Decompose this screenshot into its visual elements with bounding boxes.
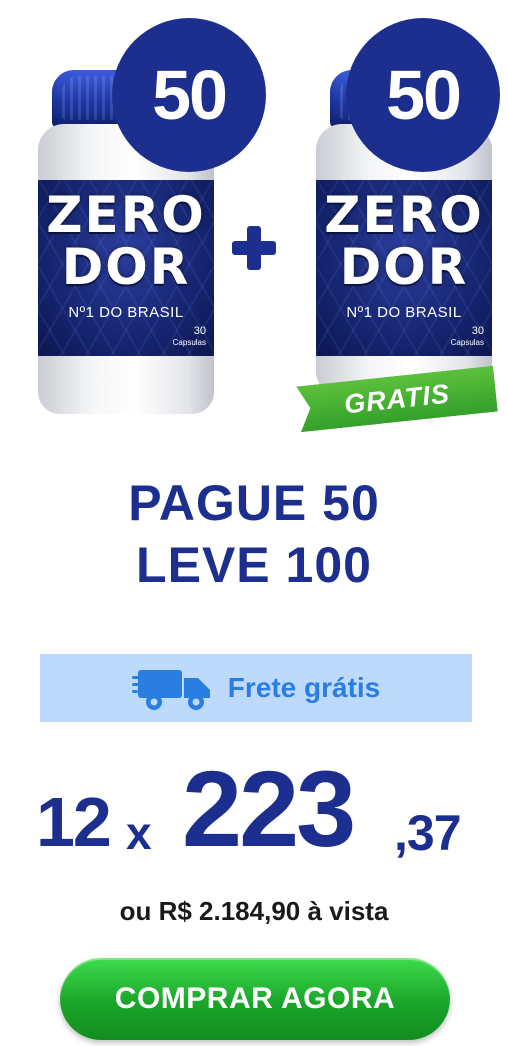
bottle-label: ZERO DOR Nº1 DO BRASIL 30 Capsulas <box>38 180 214 356</box>
buy-now-button-label: COMPRAR AGORA <box>114 982 396 1015</box>
cash-price: ou R$ 2.184,90 à vista <box>119 896 389 926</box>
offer-headline-line1: PAGUE 50 <box>128 475 380 531</box>
quantity-badge-right: 50 <box>346 18 500 172</box>
installment-count: 12 <box>36 783 112 861</box>
installment-price: 12 x 223 ,37 <box>36 746 496 869</box>
bottle-label: ZERO DOR Nº1 DO BRASIL 30 Capsulas <box>316 180 492 356</box>
brand-name-line1: ZERO <box>324 186 484 244</box>
brand-tagline: Nº1 DO BRASIL <box>346 304 462 321</box>
offer-headline: PAGUE 50 LEVE 100 <box>0 472 508 596</box>
capsule-count-unit: Capsulas <box>172 338 206 347</box>
free-ribbon-text: GRATIS <box>342 378 452 419</box>
capsule-count-number: 30 <box>471 325 484 337</box>
offer-headline-line2: LEVE 100 <box>136 537 372 593</box>
product-hero: ZERO DOR Nº1 DO BRASIL 30 Capsulas 50 ZE… <box>0 0 508 440</box>
buy-now-button[interactable]: COMPRAR AGORA <box>60 958 450 1040</box>
brand-tagline: Nº1 DO BRASIL <box>68 304 184 321</box>
brand-name-line1: ZERO <box>46 186 206 244</box>
installment-amount-cents: ,37 <box>394 805 462 861</box>
capsule-count-unit: Capsulas <box>450 338 484 347</box>
installment-amount-integer: 223 <box>182 748 356 869</box>
quantity-badge-right-text: 50 <box>386 56 462 134</box>
free-shipping-label: Frete grátis <box>227 672 381 703</box>
capsule-count-number: 30 <box>193 325 206 337</box>
quantity-badge-left: 50 <box>112 18 266 172</box>
brand-name-line2: DOR <box>61 238 191 296</box>
delivery-truck-icon <box>131 670 210 710</box>
free-shipping-banner: Frete grátis <box>40 654 472 722</box>
capsule-count: 30 Capsulas <box>451 326 484 348</box>
plus-icon <box>232 226 276 270</box>
brand-name-line2: DOR <box>339 238 469 296</box>
installment-multiplier: x <box>126 807 152 859</box>
capsule-count: 30 Capsulas <box>173 326 206 348</box>
quantity-badge-left-text: 50 <box>152 56 228 134</box>
